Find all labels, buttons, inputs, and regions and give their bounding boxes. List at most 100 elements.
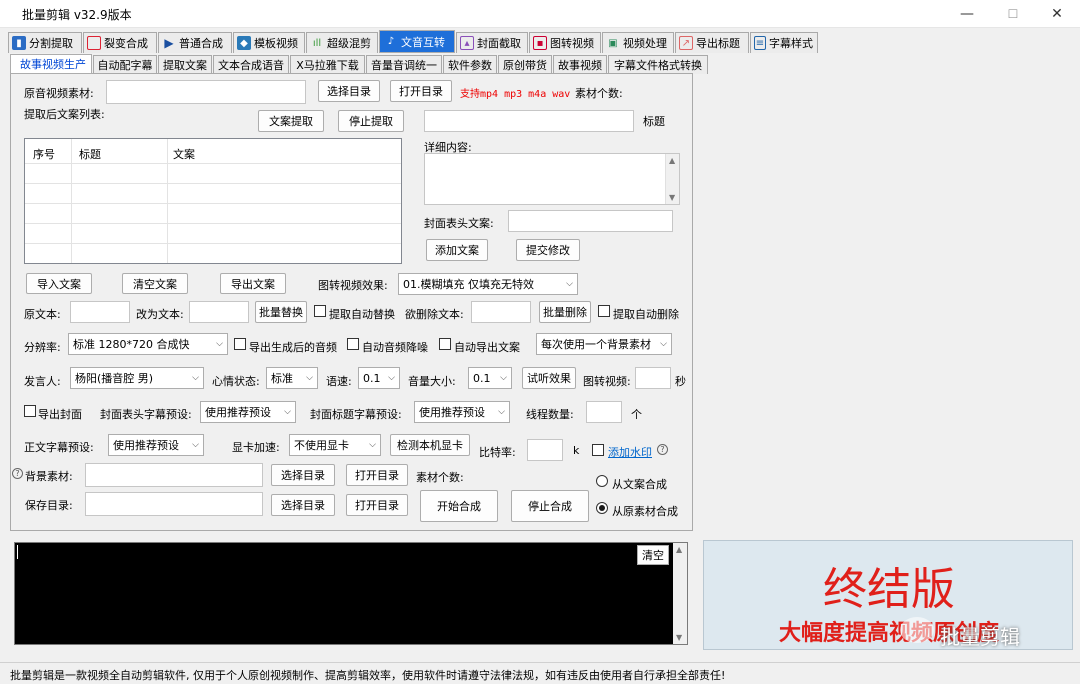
scroll-up-icon[interactable]: ▲ bbox=[669, 156, 675, 165]
bitrate-input[interactable] bbox=[527, 439, 563, 461]
bg-mode-select[interactable]: 每次使用一个背景素材 ⌵ bbox=[536, 333, 672, 355]
stop-merge-button[interactable]: 停止合成 bbox=[511, 490, 589, 522]
orig-text-label: 原文本: bbox=[24, 308, 61, 321]
import-copy-button[interactable]: 导入文案 bbox=[26, 273, 92, 294]
resolution-select[interactable]: 标准 1280*720 合成快 ⌵ bbox=[68, 333, 228, 355]
subtab-subtitle-convert[interactable]: 字幕文件格式转换 bbox=[608, 55, 708, 74]
bitrate-label: 比特率: bbox=[479, 446, 516, 459]
batch-delete-button[interactable]: 批量删除 bbox=[539, 301, 591, 323]
bg-material-input[interactable] bbox=[85, 463, 263, 487]
cover-head-input[interactable] bbox=[508, 210, 673, 232]
export-cover-checkbox[interactable] bbox=[24, 405, 36, 417]
subtab-auto-subtitle[interactable]: 自动配字幕 bbox=[93, 55, 157, 74]
export-copy-button[interactable]: 导出文案 bbox=[220, 273, 286, 294]
copy-list-grid[interactable]: 序号 标题 文案 bbox=[24, 138, 402, 264]
tab-cover[interactable]: ▴ 封面截取 bbox=[456, 32, 528, 53]
img-effect-select[interactable]: 01.模糊填充 仅填充无特效 ⌵ bbox=[398, 273, 578, 295]
cover-title-preset-select[interactable]: 使用推荐预设 ⌵ bbox=[414, 401, 510, 423]
subtab-volume[interactable]: 音量音调统一 bbox=[366, 55, 442, 74]
subtab-params[interactable]: 软件参数 bbox=[443, 55, 497, 74]
batch-replace-button[interactable]: 批量替换 bbox=[255, 301, 307, 323]
open-dir-button[interactable]: 打开目录 bbox=[390, 80, 452, 102]
submit-edit-button[interactable]: 提交修改 bbox=[516, 239, 580, 261]
tab-split-extract[interactable]: ▮ 分割提取 bbox=[8, 32, 82, 53]
export-audio-checkbox[interactable] bbox=[234, 338, 246, 350]
auto-delete-checkbox[interactable] bbox=[598, 305, 610, 317]
change-to-input[interactable] bbox=[189, 301, 249, 323]
subtab-tts[interactable]: 文本合成语音 bbox=[213, 55, 289, 74]
save-select-dir-button[interactable]: 选择目录 bbox=[271, 494, 335, 516]
bg-select-dir-button[interactable]: 选择目录 bbox=[271, 464, 335, 486]
img-video-seconds-input[interactable] bbox=[635, 367, 671, 389]
subtab-story-video[interactable]: 故事视频 bbox=[553, 55, 607, 74]
detail-textarea[interactable]: ▲ ▼ bbox=[424, 153, 680, 205]
detail-scrollbar[interactable]: ▲ ▼ bbox=[665, 154, 679, 204]
help-icon[interactable]: ? bbox=[12, 468, 23, 479]
tab-text-audio[interactable]: ♪ 文音互转 bbox=[379, 30, 455, 53]
watermark-checkbox[interactable] bbox=[592, 444, 604, 456]
bg-open-dir-button[interactable]: 打开目录 bbox=[346, 464, 408, 486]
minimize-button[interactable]: — bbox=[944, 0, 990, 28]
add-copy-button[interactable]: 添加文案 bbox=[426, 239, 488, 261]
grid-header-copy: 文案 bbox=[173, 148, 195, 161]
cover-head-preset-select[interactable]: 使用推荐预设 ⌵ bbox=[200, 401, 296, 423]
speed-select[interactable]: 0.1 ⌵ bbox=[358, 367, 400, 389]
title-input[interactable] bbox=[424, 110, 634, 132]
auto-denoise-checkbox[interactable] bbox=[347, 338, 359, 350]
delete-text-input[interactable] bbox=[471, 301, 531, 323]
listen-button[interactable]: 试听效果 bbox=[522, 367, 576, 389]
subtab-download[interactable]: X马拉雅下载 bbox=[290, 55, 365, 74]
title-label: 标题 bbox=[643, 115, 665, 128]
log-console[interactable]: 清空 ▲ ▼ bbox=[14, 542, 688, 645]
close-button[interactable]: ✕ bbox=[1034, 0, 1080, 28]
promo-banner: 终结版 大幅度提高视频原创度 批量剪辑 bbox=[703, 540, 1073, 650]
detect-gpu-button[interactable]: 检测本机显卡 bbox=[390, 434, 470, 456]
tab-fission[interactable]: 裂变合成 bbox=[83, 32, 157, 53]
chevron-down-icon: ⌵ bbox=[498, 407, 505, 417]
body-preset-select[interactable]: 使用推荐预设 ⌵ bbox=[108, 434, 204, 456]
start-merge-button[interactable]: 开始合成 bbox=[420, 490, 498, 522]
tab-normal-merge[interactable]: ▶ 普通合成 bbox=[158, 32, 232, 53]
extract-button[interactable]: 文案提取 bbox=[258, 110, 324, 132]
auto-export-copy-checkbox[interactable] bbox=[439, 338, 451, 350]
watermark-link[interactable]: 添加水印 bbox=[608, 444, 652, 460]
source-input[interactable] bbox=[106, 80, 306, 104]
gpu-select[interactable]: 不使用显卡 ⌵ bbox=[289, 434, 381, 456]
scroll-up-icon[interactable]: ▲ bbox=[676, 545, 682, 554]
scroll-down-icon[interactable]: ▼ bbox=[676, 633, 682, 642]
tab-super-mix[interactable]: ıll 超级混剪 bbox=[306, 32, 378, 53]
help-icon[interactable]: ? bbox=[657, 444, 668, 455]
orig-text-input[interactable] bbox=[70, 301, 130, 323]
img-effect-label: 图转视频效果: bbox=[318, 279, 388, 292]
maximize-button[interactable]: ☐ bbox=[990, 0, 1036, 28]
threads-input[interactable] bbox=[586, 401, 622, 423]
subtab-original-sales[interactable]: 原创带货 bbox=[498, 55, 552, 74]
from-copy-radio[interactable] bbox=[596, 475, 608, 487]
chevron-down-icon: ⌵ bbox=[500, 373, 507, 383]
tab-export-title[interactable]: ↗ 导出标题 bbox=[675, 32, 749, 53]
speaker-select[interactable]: 杨阳(播音腔 男) ⌵ bbox=[70, 367, 204, 389]
select-dir-button[interactable]: 选择目录 bbox=[318, 80, 380, 102]
clear-copy-button[interactable]: 清空文案 bbox=[122, 273, 188, 294]
subtab-story-video-production[interactable]: 故事视频生产 bbox=[10, 54, 92, 74]
save-open-dir-button[interactable]: 打开目录 bbox=[346, 494, 408, 516]
stop-extract-button[interactable]: 停止提取 bbox=[338, 110, 404, 132]
tab-video-process[interactable]: ▣ 视频处理 bbox=[602, 32, 674, 53]
save-dir-input[interactable] bbox=[85, 492, 263, 516]
mood-select[interactable]: 标准 ⌵ bbox=[266, 367, 318, 389]
tab-img-video[interactable]: ▪ 图转视频 bbox=[529, 32, 601, 53]
tab-template[interactable]: ◆ 模板视频 bbox=[233, 32, 305, 53]
export-audio-label: 导出生成后的音频 bbox=[249, 341, 337, 354]
volume-select[interactable]: 0.1 ⌵ bbox=[468, 367, 512, 389]
mood-label: 心情状态: bbox=[212, 375, 260, 388]
from-source-radio[interactable] bbox=[596, 502, 608, 514]
console-scrollbar[interactable]: ▲ ▼ bbox=[673, 543, 687, 644]
auto-replace-checkbox[interactable] bbox=[314, 305, 326, 317]
clear-console-button[interactable]: 清空 bbox=[637, 545, 669, 565]
chevron-down-icon: ⌵ bbox=[660, 339, 667, 349]
tab-subtitle-style[interactable]: ≡ 字幕样式 bbox=[750, 32, 818, 53]
scroll-down-icon[interactable]: ▼ bbox=[669, 193, 675, 202]
from-copy-label: 从文案合成 bbox=[612, 478, 667, 491]
delete-text-label: 欲删除文本: bbox=[405, 308, 464, 321]
subtab-extract-copy[interactable]: 提取文案 bbox=[158, 55, 212, 74]
